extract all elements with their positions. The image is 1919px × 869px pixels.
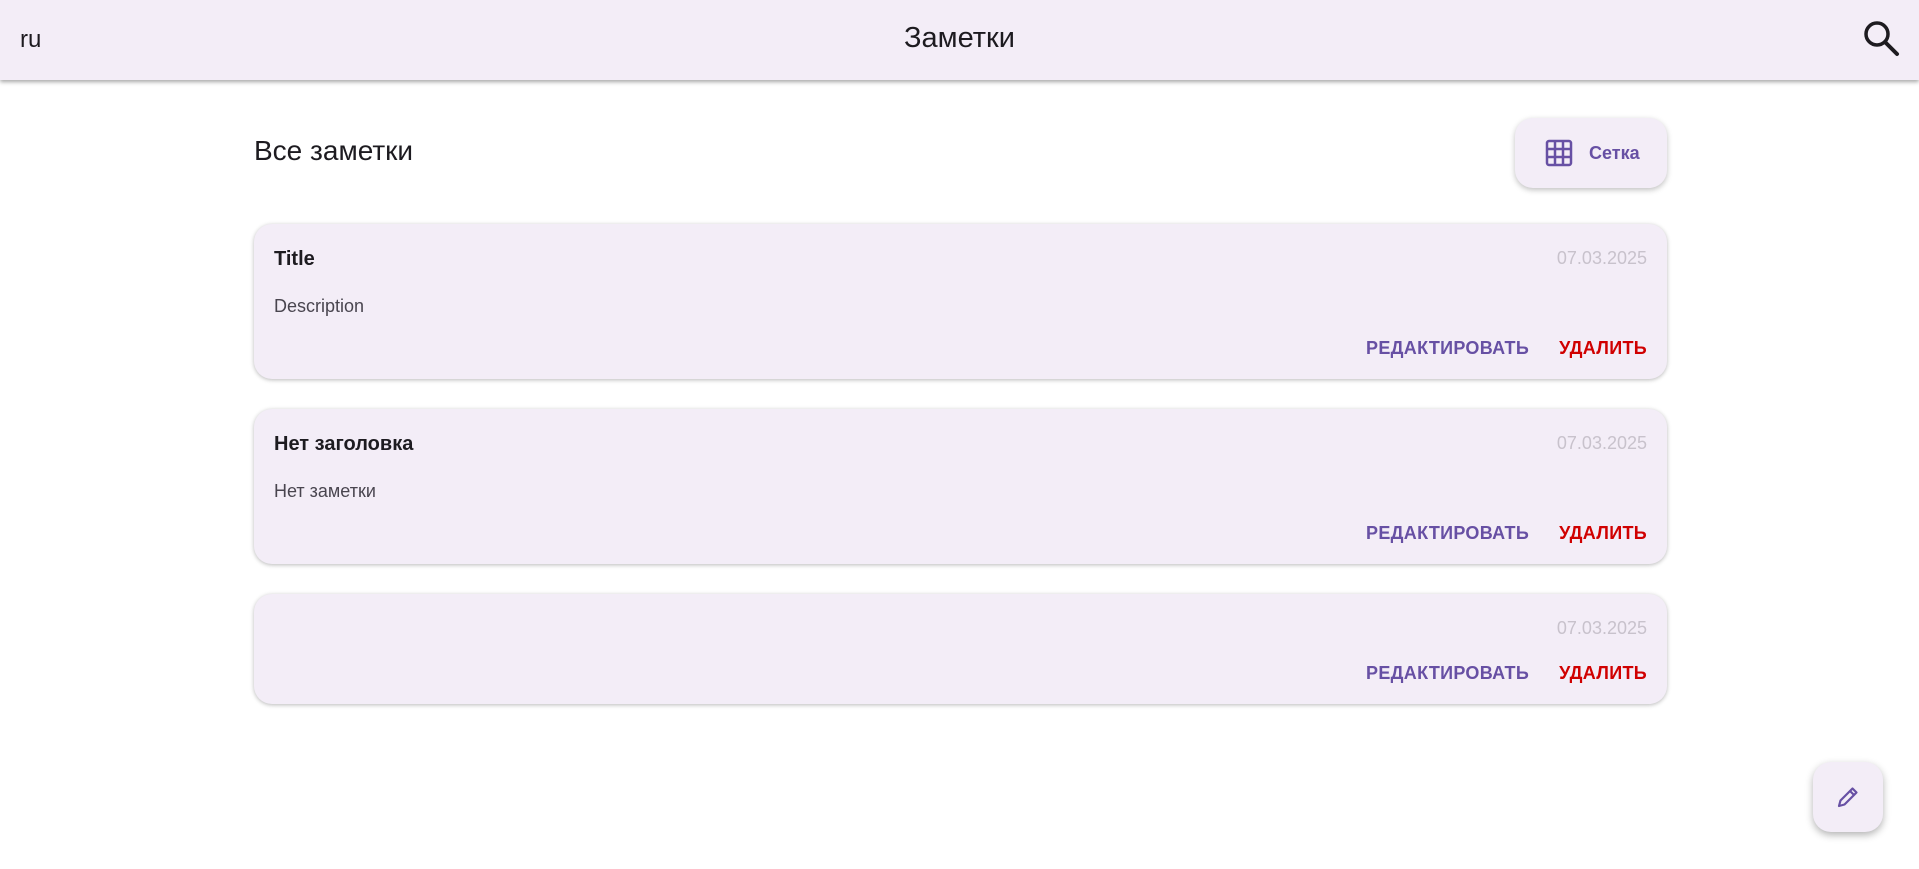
delete-button[interactable]: УДАЛИТЬ (1559, 663, 1647, 684)
app-bar: ru Заметки (0, 0, 1919, 80)
note-card[interactable]: Нет заголовка 07.03.2025 Нет заметки РЕД… (254, 409, 1667, 564)
edit-button[interactable]: РЕДАКТИРОВАТЬ (1366, 338, 1529, 359)
notes-main: Все заметки Сетка Title 07.03.2025 Descr… (254, 80, 1667, 734)
app-title: Заметки (904, 22, 1015, 54)
note-date: 07.03.2025 (1556, 248, 1647, 268)
view-toggle-label: Сетка (1589, 142, 1640, 163)
new-note-fab[interactable] (1813, 762, 1883, 832)
note-title: Title (274, 248, 315, 270)
edit-button[interactable]: РЕДАКТИРОВАТЬ (1366, 663, 1529, 684)
pencil-icon (1837, 787, 1858, 808)
section-header: Все заметки Сетка (254, 80, 1667, 224)
note-description: Description (274, 296, 365, 316)
view-toggle-button[interactable]: Сетка (1515, 118, 1667, 188)
note-actions: РЕДАКТИРОВАТЬ УДАЛИТЬ (1366, 338, 1647, 359)
note-date: 07.03.2025 (1556, 433, 1647, 453)
grid-icon (1545, 139, 1573, 167)
edit-button[interactable]: РЕДАКТИРОВАТЬ (1366, 523, 1529, 544)
delete-button[interactable]: УДАЛИТЬ (1559, 523, 1647, 544)
note-actions: РЕДАКТИРОВАТЬ УДАЛИТЬ (1366, 663, 1647, 684)
search-button[interactable] (1861, 18, 1901, 58)
search-icon (1864, 21, 1899, 56)
note-description: Нет заметки (274, 481, 376, 501)
note-actions: РЕДАКТИРОВАТЬ УДАЛИТЬ (1366, 523, 1647, 544)
note-card[interactable]: Title 07.03.2025 Description РЕДАКТИРОВА… (254, 224, 1667, 379)
delete-button[interactable]: УДАЛИТЬ (1559, 338, 1647, 359)
note-title: Нет заголовка (274, 433, 414, 455)
section-title: Все заметки (254, 135, 414, 166)
note-date: 07.03.2025 (1556, 618, 1647, 638)
note-card[interactable]: 07.03.2025 РЕДАКТИРОВАТЬ УДАЛИТЬ (254, 594, 1667, 704)
